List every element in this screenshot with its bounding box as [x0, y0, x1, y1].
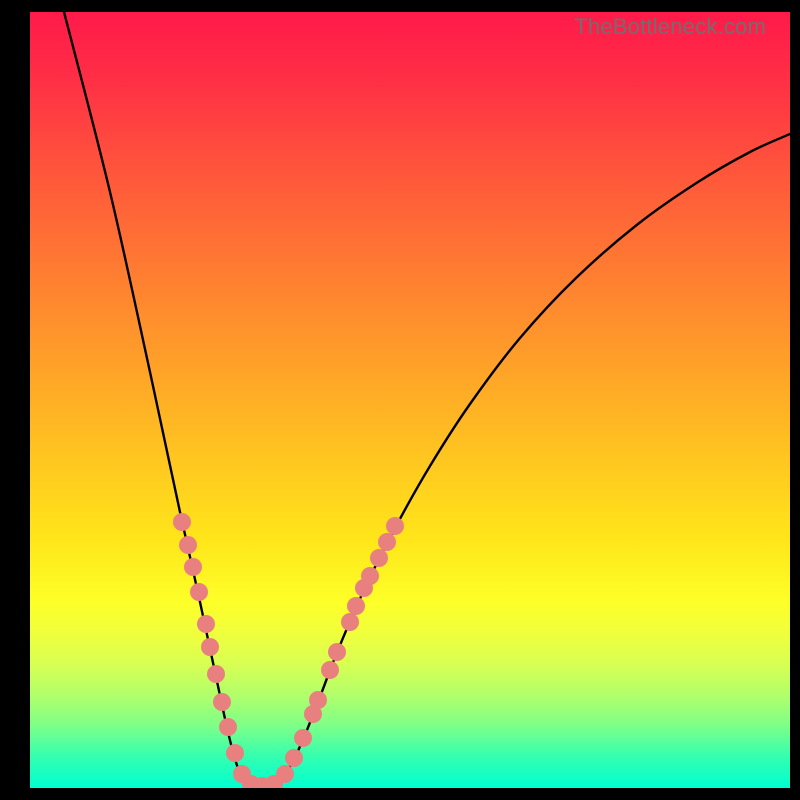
marker-dots	[173, 513, 404, 788]
marker-dot	[285, 749, 303, 767]
marker-dot	[179, 536, 197, 554]
marker-dot	[321, 661, 339, 679]
marker-dot	[347, 597, 365, 615]
chart-frame: TheBottleneck.com	[0, 0, 800, 800]
marker-dot	[201, 638, 219, 656]
marker-dot	[328, 643, 346, 661]
marker-dot	[386, 517, 404, 535]
marker-dot	[361, 567, 379, 585]
chart-svg	[30, 12, 790, 788]
watermark-text: TheBottleneck.com	[574, 14, 766, 40]
marker-dot	[173, 513, 191, 531]
marker-dot	[213, 693, 231, 711]
marker-dot	[309, 691, 327, 709]
marker-dot	[190, 583, 208, 601]
marker-dot	[197, 615, 215, 633]
marker-dot	[226, 744, 244, 762]
plot-area	[30, 12, 790, 788]
bottleneck-curve	[64, 12, 790, 787]
marker-dot	[207, 665, 225, 683]
marker-dot	[341, 613, 359, 631]
marker-dot	[294, 729, 312, 747]
marker-dot	[276, 765, 294, 783]
marker-dot	[378, 533, 396, 551]
marker-dot	[184, 558, 202, 576]
marker-dot	[219, 718, 237, 736]
marker-dot	[370, 549, 388, 567]
